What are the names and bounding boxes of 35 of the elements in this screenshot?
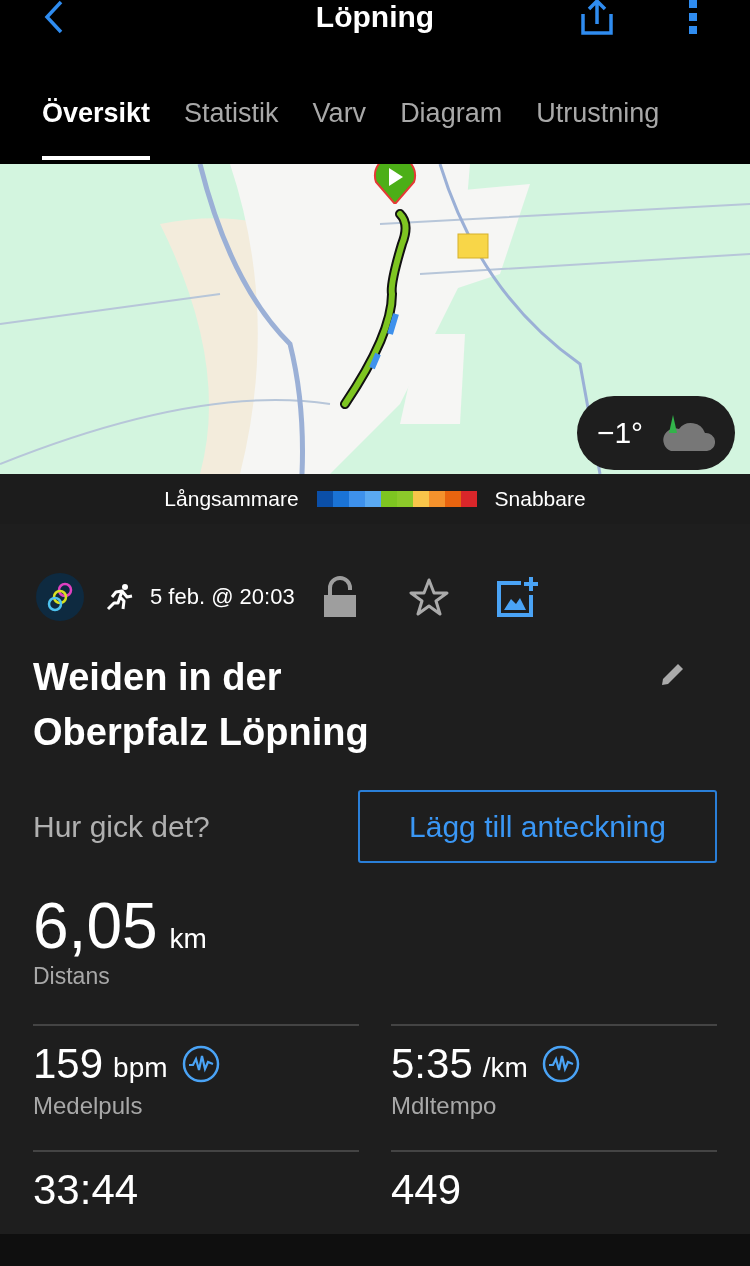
weather-badge[interactable]: −1°	[577, 396, 735, 470]
tab[interactable]: Översikt	[42, 96, 151, 160]
connect-logo-icon	[36, 573, 84, 621]
legend-label: Snabbare	[494, 487, 586, 511]
metric-value: 449	[391, 1166, 462, 1214]
activity-title: Weiden in der Oberpfalz Löpning	[33, 655, 370, 755]
distance-label: Distans	[33, 963, 111, 990]
more-icon[interactable]	[688, 0, 698, 34]
metric-unit: bpm	[113, 1052, 168, 1084]
tab[interactable]: Statistik	[184, 96, 279, 160]
metric-label: Medelpuls	[33, 1092, 144, 1120]
distance-unit: km	[169, 923, 207, 955]
unlocked-padlock-icon[interactable]	[322, 576, 357, 618]
running-icon	[106, 583, 134, 611]
chart-link-icon[interactable]	[181, 1045, 220, 1083]
feeling-prompt: Hur gick det?	[33, 809, 210, 844]
tab[interactable]: Diagram	[400, 96, 503, 160]
back-icon[interactable]	[44, 0, 64, 34]
metric-value: 5:35	[391, 1040, 473, 1088]
tab[interactable]: Varv	[312, 96, 367, 160]
metric-unit: /km	[482, 1052, 528, 1084]
start-marker-icon	[372, 164, 418, 204]
metric-label: Mdltempo	[391, 1092, 498, 1120]
legend-label: Långsammare	[164, 487, 299, 511]
metric-value: 33:44	[33, 1166, 139, 1214]
add-photo-icon[interactable]	[496, 577, 539, 617]
distance-value: 6,05	[33, 891, 158, 961]
tab[interactable]: Utrustning	[536, 96, 660, 160]
chart-link-icon[interactable]	[541, 1045, 580, 1083]
activity-date: 5 feb. @ 20:03	[150, 584, 295, 610]
share-icon[interactable]	[580, 0, 614, 36]
star-icon[interactable]	[408, 578, 449, 616]
screen-title: Löpning	[315, 0, 435, 34]
metric-value: 159	[33, 1040, 104, 1088]
add-note-button[interactable]: Lägg till anteckning	[358, 790, 717, 863]
